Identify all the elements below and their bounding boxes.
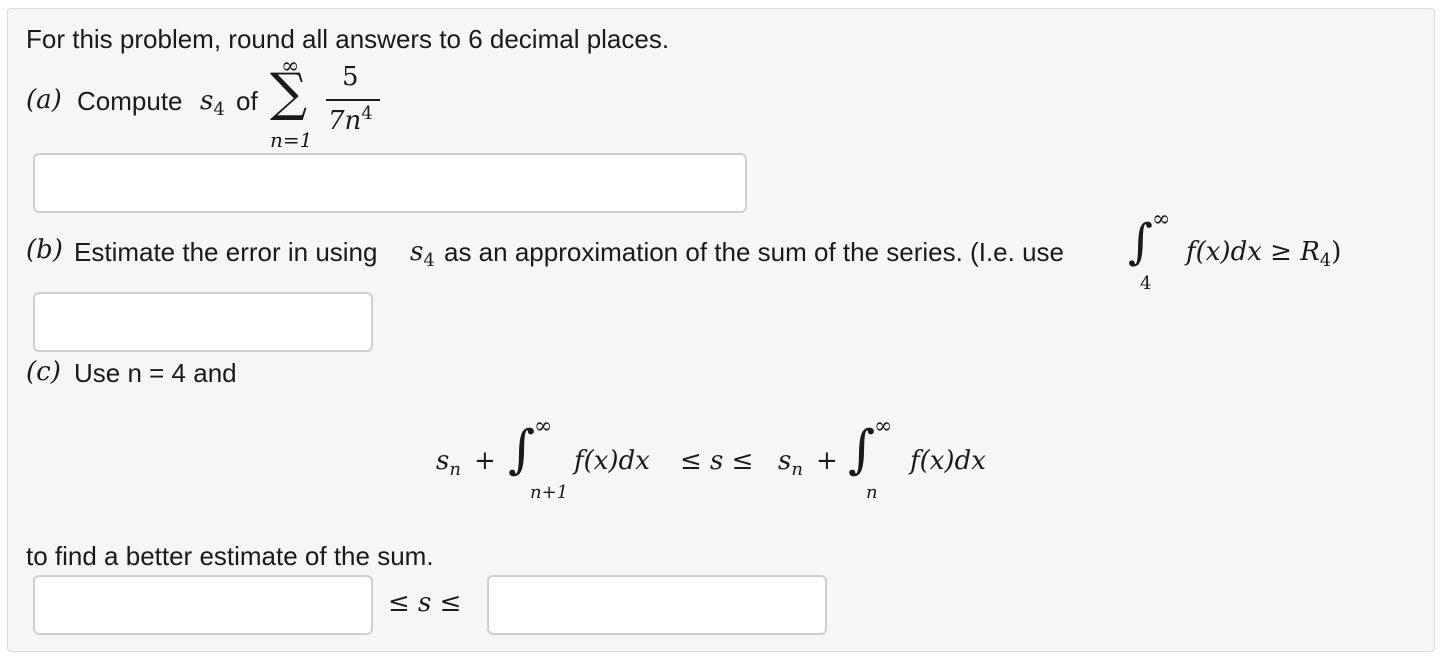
fraction-denominator: 7n4: [328, 103, 373, 136]
part-b-letter: (b): [26, 235, 63, 265]
integral-b-upper: ∞: [1152, 207, 1171, 232]
part-a-partial-sum: s4: [200, 86, 225, 120]
part-b-integrand: f(x)dx ≥ R4): [1186, 237, 1342, 271]
integral-sign-b: ∫: [1128, 214, 1154, 270]
sum-lower-limit: n=1: [270, 128, 313, 152]
integral-sign-c1: ∫: [508, 420, 536, 480]
integral-c1-upper: ∞: [534, 414, 553, 439]
part-a-compute-text: Compute: [77, 86, 183, 116]
part-a-letter: (a): [26, 85, 62, 115]
fraction-bar: [326, 99, 380, 101]
part-c-lower-bound-input[interactable]: [33, 575, 373, 635]
part-c-letter: (c): [26, 357, 61, 387]
part-a-answer-input[interactable]: [33, 153, 747, 213]
integral-c1-lower: n+1: [530, 482, 569, 503]
formula-lhs-sn: sn: [436, 446, 461, 480]
formula-plus-2: +: [816, 446, 838, 476]
formula-inequality: ≤ s ≤: [680, 446, 754, 476]
part-c-text-after: to find a better estimate of the sum.: [26, 541, 434, 571]
formula-integrand-2: f(x)dx: [910, 446, 986, 476]
part-b-text-after: as an approximation of the sum of the se…: [444, 237, 1064, 267]
part-b-text: Estimate the error in using: [74, 237, 378, 267]
fraction-numerator: 5: [342, 62, 359, 92]
integral-b-lower: 4: [1140, 273, 1152, 294]
formula-integrand-1: f(x)dx: [574, 446, 650, 476]
part-c-between-text: ≤ s ≤: [388, 588, 462, 618]
formula-rhs-sn: sn: [778, 446, 803, 480]
sigma-symbol: ∑: [270, 63, 308, 123]
integral-c2-upper: ∞: [874, 414, 893, 439]
integral-c2-lower: n: [866, 482, 878, 503]
instructions-text: For this problem, round all answers to 6…: [26, 24, 670, 54]
formula-plus-1: +: [474, 446, 496, 476]
part-c-upper-bound-input[interactable]: [487, 575, 827, 635]
integral-sign-c2: ∫: [848, 420, 876, 480]
part-c-text: Use n = 4 and: [74, 358, 237, 388]
part-a-of-text: of: [236, 86, 258, 116]
part-b-answer-input[interactable]: [33, 292, 373, 352]
part-b-partial-sum: s4: [410, 237, 435, 271]
